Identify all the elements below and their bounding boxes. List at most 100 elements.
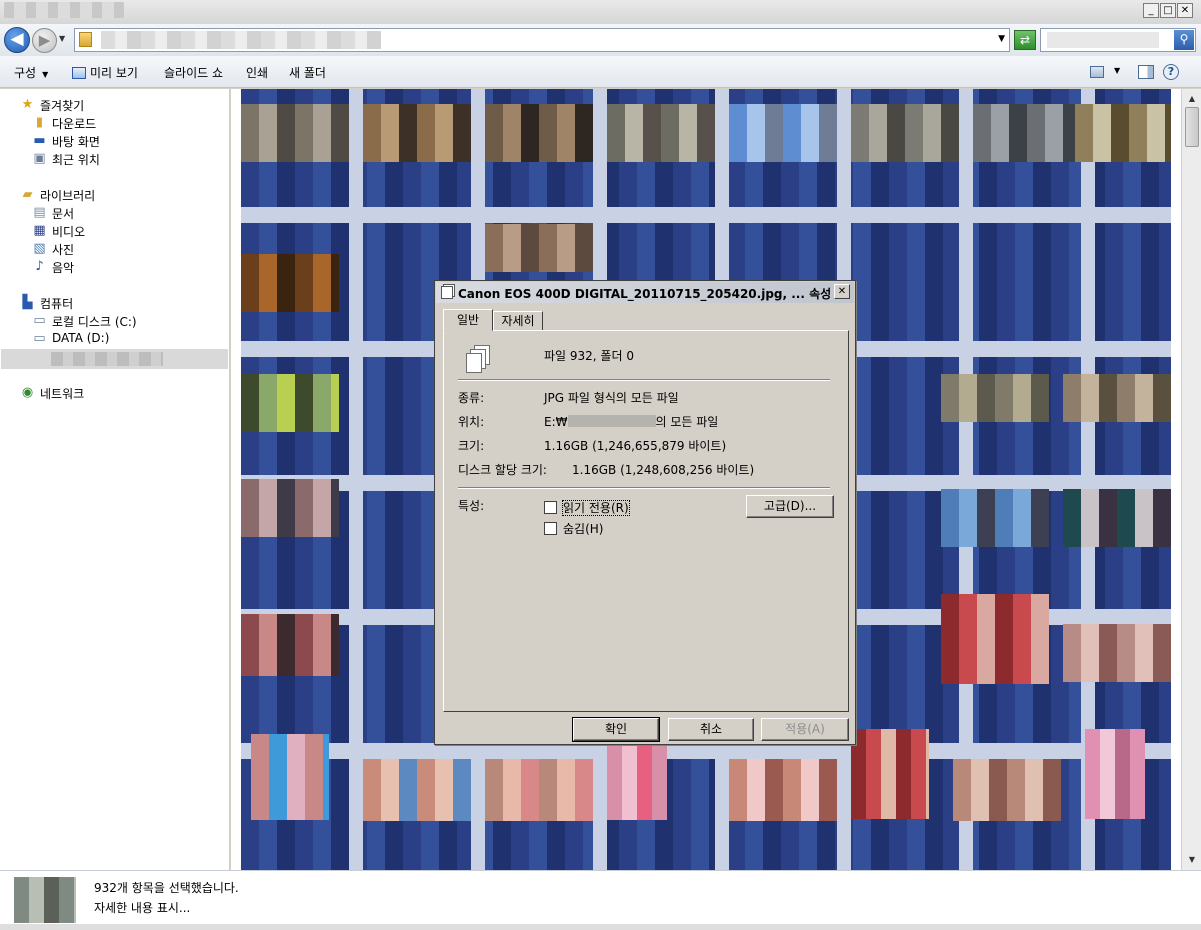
sidebar-item-libraries[interactable]: ▰ 라이브러리 <box>20 186 220 204</box>
sidebar-item-desktop[interactable]: ▬ 바탕 화면 <box>32 132 222 150</box>
sidebar-item-label: 로컬 디스크 (C:) <box>52 315 137 329</box>
type-value: JPG 파일 형식의 모든 파일 <box>544 391 679 405</box>
thumbnail[interactable] <box>363 104 471 162</box>
thumbnail[interactable] <box>485 224 593 272</box>
readonly-label: 읽기 전용(R) <box>562 500 630 516</box>
sidebar-item-documents[interactable]: ▤ 문서 <box>32 204 222 222</box>
attributes-label: 특성: <box>458 499 485 513</box>
preview-button[interactable]: 미리 보기 <box>72 64 138 81</box>
thumbnail[interactable] <box>941 489 1049 547</box>
scroll-down-arrow-icon[interactable]: ▼ <box>1184 852 1200 868</box>
file-count-summary: 파일 932, 폴더 0 <box>544 349 634 363</box>
thumbnail[interactable] <box>241 614 339 676</box>
thumbnail[interactable] <box>851 729 929 819</box>
thumbnail[interactable] <box>729 759 837 821</box>
properties-dialog: Canon EOS 400D DIGITAL_20110715_205420.j… <box>434 280 856 745</box>
sidebar-item-videos[interactable]: ▦ 비디오 <box>32 222 222 240</box>
search-placeholder-redacted <box>1047 32 1159 48</box>
sidebar-item-recent[interactable]: ▣ 최근 위치 <box>32 150 222 168</box>
size-label: 크기: <box>458 439 485 453</box>
sidebar-item-pictures[interactable]: ▧ 사진 <box>32 240 222 258</box>
change-view-icon[interactable] <box>1090 66 1104 78</box>
maximize-button[interactable]: □ <box>1160 3 1176 18</box>
separator <box>458 379 830 381</box>
refresh-button[interactable]: ⇄ <box>1014 30 1036 50</box>
thumbnail[interactable] <box>485 759 593 821</box>
scrollbar-thumb[interactable] <box>1185 107 1199 147</box>
checkbox-box[interactable] <box>544 522 557 535</box>
disk-size-label: 디스크 할당 크기: <box>458 463 547 477</box>
recent-pages-dropdown[interactable]: ▼ <box>59 34 65 43</box>
show-details-link[interactable]: 자세한 내용 표시... <box>94 899 190 916</box>
sidebar-item-local-disk[interactable]: ▭ 로컬 디스크 (C:) <box>32 312 222 330</box>
thumbnail[interactable] <box>241 254 339 312</box>
readonly-checkbox[interactable]: 읽기 전용(R) <box>544 499 630 516</box>
thumbnail[interactable] <box>1063 374 1171 422</box>
forward-button[interactable]: ▶ <box>32 28 57 53</box>
thumbnail[interactable] <box>485 104 593 162</box>
organize-button[interactable]: 구성 ▼ <box>14 64 48 81</box>
thumbnail[interactable] <box>1075 104 1171 162</box>
computer-icon: ▙ <box>22 295 33 310</box>
sidebar-item-favorites[interactable]: ★ 즐겨찾기 <box>20 96 220 114</box>
checkbox-box[interactable] <box>544 501 557 514</box>
vertical-scrollbar[interactable]: ▲ ▼ <box>1181 89 1201 870</box>
tab-general[interactable]: 일반 <box>443 309 493 331</box>
cancel-button[interactable]: 취소 <box>668 718 754 741</box>
ok-button[interactable]: 확인 <box>572 717 660 742</box>
hidden-checkbox[interactable]: 숨김(H) <box>544 520 603 537</box>
location-redacted <box>567 415 656 427</box>
thumbnail[interactable] <box>241 374 339 432</box>
sidebar-item-label: 음악 <box>52 261 75 275</box>
help-icon[interactable]: ? <box>1163 64 1179 80</box>
dialog-title-bar[interactable]: Canon EOS 400D DIGITAL_20110715_205420.j… <box>436 282 854 303</box>
sidebar-item-network[interactable]: ◉ 네트워크 <box>20 384 220 402</box>
back-button[interactable]: ◀ <box>4 27 30 53</box>
navigation-pane: ★ 즐겨찾기 ▮ 다운로드 ▬ 바탕 화면 ▣ 최근 위치 ▰ 라이브러리 ▤ … <box>0 89 230 870</box>
advanced-button[interactable]: 고급(D)... <box>746 495 834 518</box>
preview-pane-icon[interactable] <box>1138 65 1154 79</box>
sidebar-item-downloads[interactable]: ▮ 다운로드 <box>32 114 222 132</box>
new-folder-button[interactable]: 새 폴더 <box>289 64 326 81</box>
address-history-dropdown-icon[interactable]: ▼ <box>998 34 1005 44</box>
slideshow-button[interactable]: 슬라이드 쇼 <box>164 64 223 81</box>
print-button[interactable]: 인쇄 <box>246 64 268 81</box>
sidebar-item-data-drive[interactable]: ▭ DATA (D:) <box>32 330 222 348</box>
tab-details[interactable]: 자세히 <box>493 311 543 331</box>
sidebar-item-music[interactable]: ♪ 음악 <box>32 258 222 276</box>
close-window-button[interactable]: ✕ <box>1177 3 1193 18</box>
local-disk-icon: ▭ <box>33 313 46 328</box>
address-bar[interactable]: ▼ <box>74 28 1010 52</box>
scroll-up-arrow-icon[interactable]: ▲ <box>1184 91 1200 107</box>
minimize-button[interactable]: _ <box>1143 3 1159 18</box>
videos-icon: ▦ <box>33 223 46 238</box>
thumbnail[interactable] <box>363 759 471 821</box>
thumbnail[interactable] <box>1063 489 1171 547</box>
view-options-dropdown-icon[interactable]: ▼ <box>1114 66 1120 75</box>
sidebar-item-computer[interactable]: ▙ 컴퓨터 <box>20 294 220 312</box>
chevron-down-icon: ▼ <box>42 70 49 79</box>
sidebar-item-selected-drive[interactable] <box>1 349 228 369</box>
window-title-bar: _ □ ✕ <box>0 0 1201 24</box>
sidebar-item-label: 네트워크 <box>40 387 85 401</box>
thumbnail[interactable] <box>1063 624 1171 682</box>
thumbnail[interactable] <box>241 104 349 162</box>
thumbnail[interactable] <box>1085 729 1145 819</box>
thumbnail[interactable] <box>607 104 715 162</box>
apply-button[interactable]: 적용(A) <box>761 718 849 741</box>
thumbnail[interactable] <box>251 734 329 820</box>
thumbnail[interactable] <box>953 759 1061 821</box>
thumbnail[interactable] <box>729 104 837 162</box>
search-icon[interactable]: ⚲ <box>1174 30 1194 50</box>
search-input[interactable]: ⚲ <box>1040 28 1196 52</box>
thumbnail[interactable] <box>973 104 1081 162</box>
dialog-close-button[interactable]: ✕ <box>834 284 850 299</box>
thumbnail[interactable] <box>241 479 339 537</box>
location-prefix: E:₩ <box>544 415 568 429</box>
thumbnail[interactable] <box>607 744 667 820</box>
command-bar: 구성 ▼ 미리 보기 슬라이드 쇼 인쇄 새 폴더 ▼ ? <box>0 56 1201 88</box>
thumbnail[interactable] <box>851 104 959 162</box>
thumbnail[interactable] <box>941 594 1049 684</box>
thumbnail[interactable] <box>941 374 1049 422</box>
preview-label: 미리 보기 <box>90 66 138 80</box>
